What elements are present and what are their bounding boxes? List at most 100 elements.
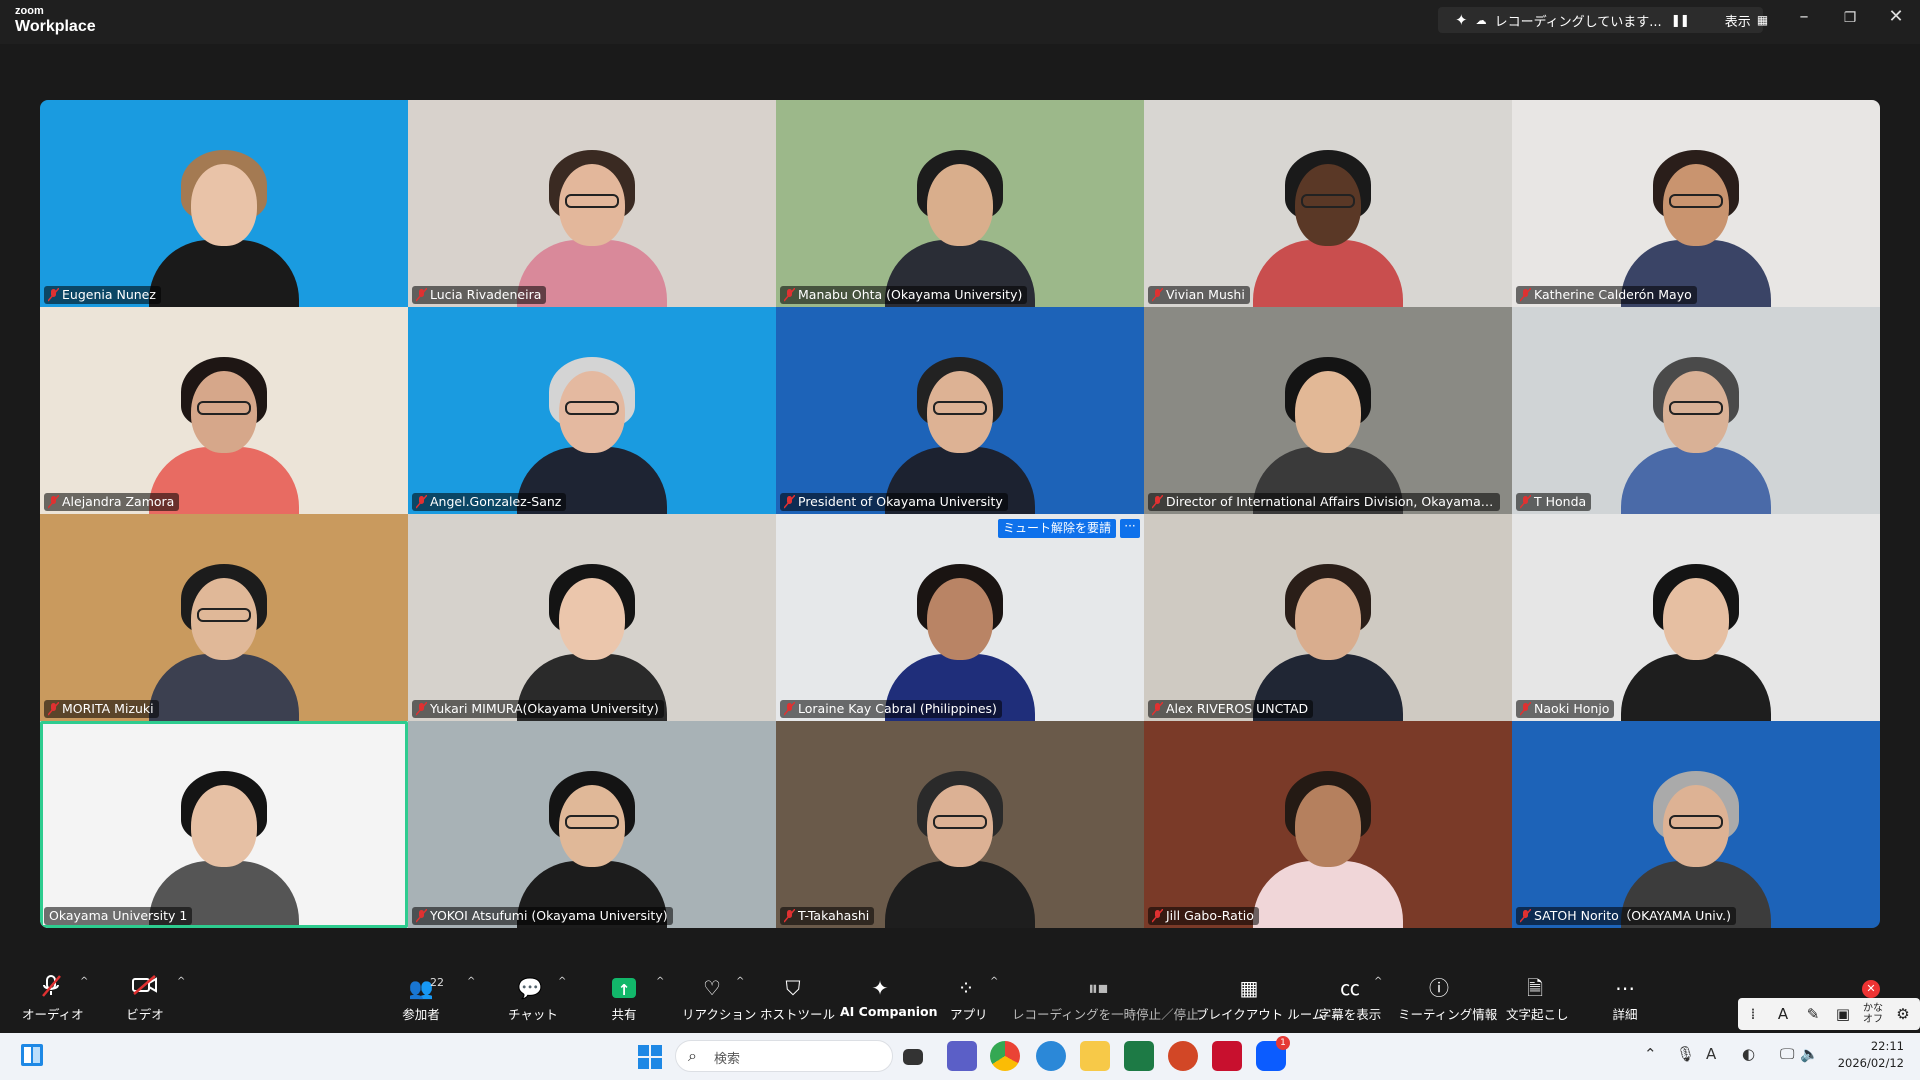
video-button[interactable]: ビデオ <box>120 974 170 1023</box>
pause-stop-recording-button[interactable]: ⏸⏹ レコーディングを一時停止／停止 <box>1012 974 1199 1023</box>
task-view-icon[interactable] <box>903 1049 923 1065</box>
participant-tile[interactable]: MORITA Mizuki <box>40 514 408 721</box>
chat-button[interactable]: 💬 チャット <box>508 974 558 1023</box>
recording-status-text[interactable]: レコーディングしています... <box>1495 11 1662 30</box>
network-tray-icon[interactable]: 🖵 <box>1780 1045 1794 1063</box>
glasses <box>933 815 987 829</box>
close-icon[interactable]: ✕ <box>1876 6 1916 27</box>
unmute-request-badge[interactable]: ミュート解除を要請 <box>997 519 1116 538</box>
participant-video <box>1621 556 1771 721</box>
snipping-icon[interactable] <box>1036 1041 1066 1071</box>
transcript-button[interactable]: 🗎 文字起こし <box>1506 974 1569 1023</box>
view-button-label[interactable]: 表示 <box>1725 11 1751 30</box>
audio-button[interactable]: オーディオ <box>22 974 84 1023</box>
participant-tile[interactable]: Angel.Gonzalez-Sanz <box>408 307 776 514</box>
participant-tile[interactable]: Manabu Ohta (Okayama University) <box>776 100 1144 307</box>
participant-tile[interactable]: Vivian Mushi <box>1144 100 1512 307</box>
participant-tile[interactable]: Lucia Rivadeneira <box>408 100 776 307</box>
volume-tray-icon[interactable]: 🔈 <box>1800 1045 1819 1063</box>
pause-recording-icon[interactable]: ❚❚ <box>1671 13 1690 27</box>
participant-tile[interactable]: Naoki Honjo <box>1512 514 1880 721</box>
search-icon: ⌕ <box>688 1046 697 1065</box>
participant-tile[interactable]: Yukari MIMURA(Okayama University) <box>408 514 776 721</box>
meeting-info-button[interactable]: ⓘ ミーティング情報 <box>1398 974 1497 1023</box>
minimize-icon[interactable]: – <box>1784 6 1824 27</box>
participant-face <box>1663 578 1729 660</box>
teams-icon[interactable] <box>947 1041 977 1071</box>
ime-close-icon[interactable]: ✕ <box>1862 980 1880 998</box>
file-explorer-icon[interactable] <box>1080 1041 1110 1071</box>
widgets-icon[interactable] <box>20 1043 44 1067</box>
excel-icon[interactable] <box>1124 1041 1154 1071</box>
participant-name-label: T Honda <box>1516 493 1592 511</box>
more-options-icon[interactable]: ··· <box>1120 519 1140 538</box>
participant-name-label: Loraine Kay Cabral (Philippines) <box>780 700 1002 718</box>
participant-tile[interactable]: Alex RIVEROS UNCTAD <box>1144 514 1512 721</box>
show-hidden-icons-chevron-icon[interactable]: ⌃ <box>1644 1045 1657 1063</box>
more-button[interactable]: ⋯ 詳細 <box>1610 974 1640 1023</box>
participant-tile[interactable]: T-Takahashi <box>776 721 1144 928</box>
participant-tile[interactable]: SATOH Norito（OKAYAMA Univ.) <box>1512 721 1880 928</box>
cloud-recording-icon: ☁ <box>1475 13 1487 27</box>
focus-tray-icon[interactable]: ◐ <box>1742 1045 1755 1063</box>
participant-tile[interactable]: Eugenia Nunez <box>40 100 408 307</box>
host-tools-button[interactable]: ⛉ ホストツール <box>760 974 835 1023</box>
captions-button[interactable]: ㏄ 字幕を表示 <box>1318 974 1382 1023</box>
reactions-button[interactable]: ♡ リアクション <box>682 974 756 1023</box>
chrome-icon[interactable] <box>990 1041 1020 1071</box>
zoom-notification-badge: 1 <box>1276 1036 1290 1050</box>
audio-options-caret-icon[interactable]: ^ <box>80 976 88 987</box>
participant-tile[interactable]: T Honda <box>1512 307 1880 514</box>
video-options-caret-icon[interactable]: ^ <box>177 976 185 987</box>
participants-options-caret-icon[interactable]: ^ <box>467 976 475 987</box>
participant-name-label: Jill Gabo-Ratio <box>1148 907 1259 925</box>
participant-name-label: Eugenia Nunez <box>44 286 161 304</box>
powerpoint-icon[interactable] <box>1168 1041 1198 1071</box>
participant-tile[interactable]: President of Okayama University <box>776 307 1144 514</box>
ime-dictionary-icon[interactable]: ▣ <box>1828 1005 1858 1023</box>
ime-kana-mode[interactable]: かな オフ <box>1858 1003 1888 1025</box>
ai-sparkle-icon: ✦ <box>871 976 889 1000</box>
participant-tile[interactable]: Loraine Kay Cabral (Philippines) ミュート解除を要… <box>776 514 1144 721</box>
mic-muted-icon <box>1152 288 1163 302</box>
participant-tile[interactable]: Director of International Affairs Divisi… <box>1144 307 1512 514</box>
clock-time: 22:11 <box>1870 1039 1904 1053</box>
taskbar-search-box[interactable]: ⌕ 検索 <box>675 1040 893 1072</box>
participant-tile[interactable]: Alejandra Zamora <box>40 307 408 514</box>
participant-video <box>517 142 667 307</box>
gallery-view-grid-icon[interactable]: ▦ <box>1757 13 1768 27</box>
ai-companion-sparkle-icon[interactable]: ✦ <box>1455 11 1468 29</box>
apps-button[interactable]: ⁘ アプリ <box>950 974 988 1023</box>
mic-muted-icon <box>22 974 80 1002</box>
participants-button[interactable]: 👥 22 参加者 <box>396 974 446 1023</box>
reactions-options-caret-icon[interactable]: ^ <box>736 976 744 987</box>
ime-a-tray-icon[interactable]: A <box>1706 1045 1716 1063</box>
ime-a-icon[interactable]: A <box>1768 1005 1798 1023</box>
recording-status-pill: ✦ ☁ レコーディングしています... ❚❚ 表示 ▦ <box>1438 7 1768 33</box>
windows-start-icon[interactable] <box>638 1045 662 1069</box>
ime-pen-icon[interactable]: ✎ <box>1798 1005 1828 1023</box>
breakout-rooms-button[interactable]: ▦ ブレイクアウト ルーム <box>1196 974 1324 1023</box>
participant-tile[interactable]: Okayama University 1 <box>40 721 408 928</box>
share-button[interactable]: 共有 <box>606 974 642 1023</box>
restore-icon[interactable]: ❐ <box>1830 10 1870 26</box>
ai-companion-button[interactable]: ✦ AI Companion <box>840 974 938 1019</box>
apps-options-caret-icon[interactable]: ^ <box>990 976 998 987</box>
participant-name: Alex RIVEROS UNCTAD <box>1166 701 1309 716</box>
participant-tile[interactable]: Katherine Calderón Mayo <box>1512 100 1880 307</box>
ime-bar-icon[interactable]: ⁞ <box>1738 1005 1768 1023</box>
zoom-app-icon[interactable]: 1 <box>1256 1036 1290 1071</box>
search-placeholder: 検索 <box>714 1052 741 1067</box>
captions-options-caret-icon[interactable]: ^ <box>1374 976 1382 987</box>
acrobat-icon[interactable] <box>1212 1041 1242 1071</box>
microphone-tray-icon[interactable]: 🎙 <box>1676 1045 1695 1063</box>
chat-options-caret-icon[interactable]: ^ <box>558 976 566 987</box>
zoom-workplace-logo: zoom Workplace <box>15 6 96 35</box>
share-options-caret-icon[interactable]: ^ <box>656 976 664 987</box>
participant-tile[interactable]: Jill Gabo-Ratio <box>1144 721 1512 928</box>
participant-tile[interactable]: YOKOI Atsufumi (Okayama University) <box>408 721 776 928</box>
participant-video <box>1253 763 1403 928</box>
system-clock[interactable]: 22:11 2026/02/12 <box>1818 1038 1904 1072</box>
heart-icon: ♡ <box>703 976 721 1000</box>
ime-settings-icon[interactable]: ⚙ <box>1888 1005 1918 1023</box>
